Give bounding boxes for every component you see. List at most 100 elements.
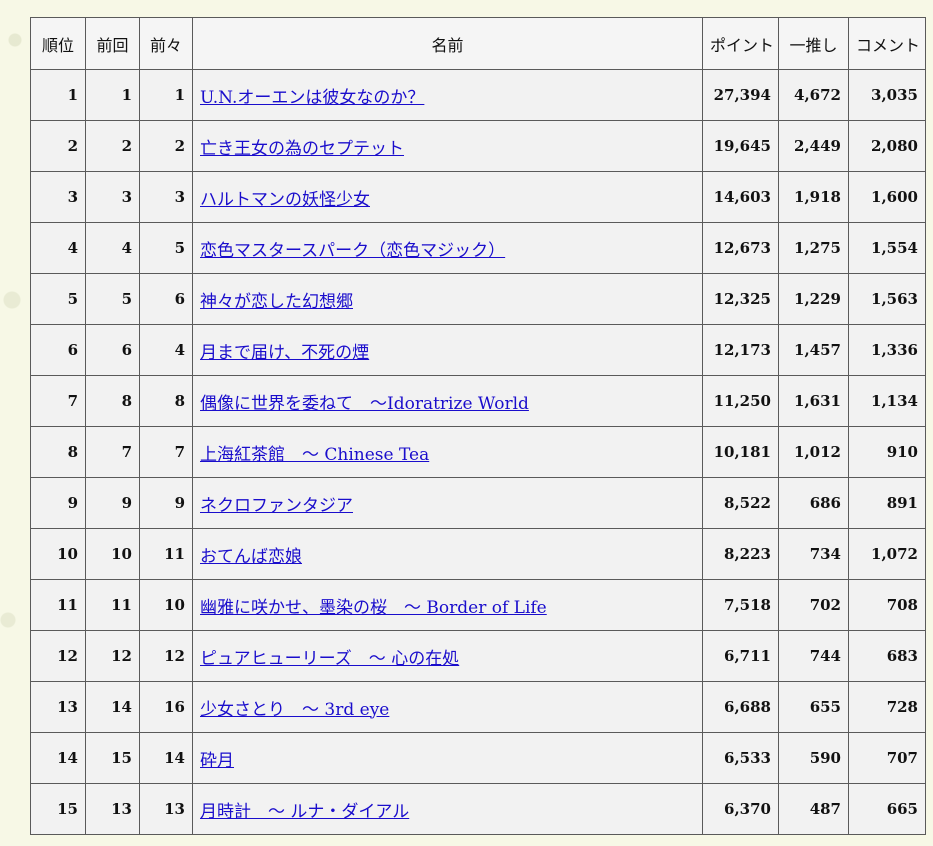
table-row: 9 9 9 ネクロファンタジア 8,522 686 891 — [30, 477, 926, 529]
cell-oshi: 4,672 — [778, 69, 849, 121]
cell-rank: 11 — [30, 579, 86, 631]
cell-comment: 1,072 — [848, 528, 926, 580]
song-link[interactable]: 恋色マスタースパーク（恋色マジック） — [200, 241, 505, 261]
cell-oshi: 1,012 — [778, 426, 849, 478]
cell-points: 10,181 — [702, 426, 779, 478]
cell-oshi: 590 — [778, 732, 849, 784]
cell-comment: 910 — [848, 426, 926, 478]
cell-before-previous: 8 — [139, 375, 193, 427]
cell-rank: 7 — [30, 375, 86, 427]
cell-rank: 4 — [30, 222, 86, 274]
song-link[interactable]: ハルトマンの妖怪少女 — [200, 190, 370, 210]
cell-comment: 1,134 — [848, 375, 926, 427]
cell-name: 上海紅茶館 ～ Chinese Tea — [192, 426, 703, 478]
cell-oshi: 1,275 — [778, 222, 849, 274]
cell-comment: 2,080 — [848, 120, 926, 172]
cell-points: 19,645 — [702, 120, 779, 172]
table-row: 4 4 5 恋色マスタースパーク（恋色マジック） 12,673 1,275 1,554 — [30, 222, 926, 274]
cell-before-previous: 13 — [139, 783, 193, 835]
song-link[interactable]: 砕月 — [200, 751, 234, 771]
cell-oshi: 1,457 — [778, 324, 849, 376]
song-link[interactable]: 偶像に世界を委ねて ～Idoratrize World — [200, 394, 529, 414]
table-row: 10 10 11 おてんば恋娘 8,223 734 1,072 — [30, 528, 926, 580]
header-previous: 前回 — [85, 17, 140, 70]
song-link[interactable]: 少女さとり ～ 3rd eye — [200, 700, 389, 720]
cell-name: 月時計 ～ ルナ・ダイアル — [192, 783, 703, 835]
table-row: 2 2 2 亡き王女の為のセプテット 19,645 2,449 2,080 — [30, 120, 926, 172]
cell-rank: 14 — [30, 732, 86, 784]
cell-points: 27,394 — [702, 69, 779, 121]
cell-rank: 1 — [30, 69, 86, 121]
cell-before-previous: 11 — [139, 528, 193, 580]
cell-name: 偶像に世界を委ねて ～Idoratrize World — [192, 375, 703, 427]
cell-name: ハルトマンの妖怪少女 — [192, 171, 703, 223]
cell-comment: 1,554 — [848, 222, 926, 274]
cell-points: 7,518 — [702, 579, 779, 631]
song-link[interactable]: おてんば恋娘 — [200, 547, 302, 567]
cell-previous: 4 — [85, 222, 140, 274]
cell-previous: 7 — [85, 426, 140, 478]
cell-previous: 2 — [85, 120, 140, 172]
cell-points: 8,223 — [702, 528, 779, 580]
cell-rank: 15 — [30, 783, 86, 835]
table-row: 15 13 13 月時計 ～ ルナ・ダイアル 6,370 487 665 — [30, 783, 926, 835]
cell-oshi: 2,449 — [778, 120, 849, 172]
song-link[interactable]: 上海紅茶館 ～ Chinese Tea — [200, 445, 429, 465]
cell-before-previous: 16 — [139, 681, 193, 733]
cell-comment: 3,035 — [848, 69, 926, 121]
cell-points: 12,325 — [702, 273, 779, 325]
cell-before-previous: 3 — [139, 171, 193, 223]
cell-previous: 3 — [85, 171, 140, 223]
cell-comment: 708 — [848, 579, 926, 631]
cell-comment: 665 — [848, 783, 926, 835]
cell-before-previous: 4 — [139, 324, 193, 376]
table-row: 1 1 1 U.N.オーエンは彼女なのか？ 27,394 4,672 3,035 — [30, 69, 926, 121]
cell-points: 6,533 — [702, 732, 779, 784]
cell-points: 6,711 — [702, 630, 779, 682]
cell-previous: 10 — [85, 528, 140, 580]
cell-rank: 9 — [30, 477, 86, 529]
cell-rank: 2 — [30, 120, 86, 172]
cell-previous: 12 — [85, 630, 140, 682]
song-link[interactable]: ネクロファンタジア — [200, 496, 353, 516]
ranking-table: 順位 前回 前々 名前 ポイント 一推し コメント 1 1 1 U.N.オーエンは彼女… — [30, 17, 926, 835]
cell-previous: 11 — [85, 579, 140, 631]
cell-comment: 1,336 — [848, 324, 926, 376]
table-body: 1 1 1 U.N.オーエンは彼女なのか？ 27,394 4,672 3,035 2 2 2 亡き王… — [30, 69, 926, 835]
cell-name: 月まで届け、不死の煙 — [192, 324, 703, 376]
cell-before-previous: 2 — [139, 120, 193, 172]
cell-before-previous: 5 — [139, 222, 193, 274]
table-row: 14 15 14 砕月 6,533 590 707 — [30, 732, 926, 784]
table-row: 12 12 12 ピュアヒューリーズ ～ 心の在処 6,711 744 683 — [30, 630, 926, 682]
song-link[interactable]: U.N.オーエンは彼女なのか？ — [200, 88, 424, 108]
song-link[interactable]: 月時計 ～ ルナ・ダイアル — [200, 802, 409, 822]
song-link[interactable]: 月まで届け、不死の煙 — [200, 343, 369, 363]
header-before-previous: 前々 — [139, 17, 193, 70]
cell-before-previous: 1 — [139, 69, 193, 121]
cell-oshi: 734 — [778, 528, 849, 580]
header-row: 順位 前回 前々 名前 ポイント 一推し コメント — [30, 17, 926, 70]
cell-comment: 891 — [848, 477, 926, 529]
cell-points: 11,250 — [702, 375, 779, 427]
table-row: 8 7 7 上海紅茶館 ～ Chinese Tea 10,181 1,012 910 — [30, 426, 926, 478]
cell-points: 14,603 — [702, 171, 779, 223]
song-link[interactable]: 神々が恋した幻想郷 — [200, 292, 353, 312]
header-oshi: 一推し — [778, 17, 849, 70]
cell-name: 神々が恋した幻想郷 — [192, 273, 703, 325]
cell-oshi: 686 — [778, 477, 849, 529]
cell-points: 12,673 — [702, 222, 779, 274]
cell-oshi: 744 — [778, 630, 849, 682]
cell-before-previous: 12 — [139, 630, 193, 682]
cell-before-previous: 6 — [139, 273, 193, 325]
cell-previous: 6 — [85, 324, 140, 376]
table-row: 11 11 10 幽雅に咲かせ、墨染の桜 ～ Border of Life 7,518 7… — [30, 579, 926, 631]
song-link[interactable]: ピュアヒューリーズ ～ 心の在処 — [200, 649, 459, 669]
cell-before-previous: 14 — [139, 732, 193, 784]
table-row: 13 14 16 少女さとり ～ 3rd eye 6,688 655 728 — [30, 681, 926, 733]
cell-oshi: 1,918 — [778, 171, 849, 223]
song-link[interactable]: 亡き王女の為のセプテット — [200, 139, 404, 159]
cell-rank: 13 — [30, 681, 86, 733]
song-link[interactable]: 幽雅に咲かせ、墨染の桜 ～ Border of Life — [200, 598, 547, 618]
cell-name: 亡き王女の為のセプテット — [192, 120, 703, 172]
cell-rank: 5 — [30, 273, 86, 325]
